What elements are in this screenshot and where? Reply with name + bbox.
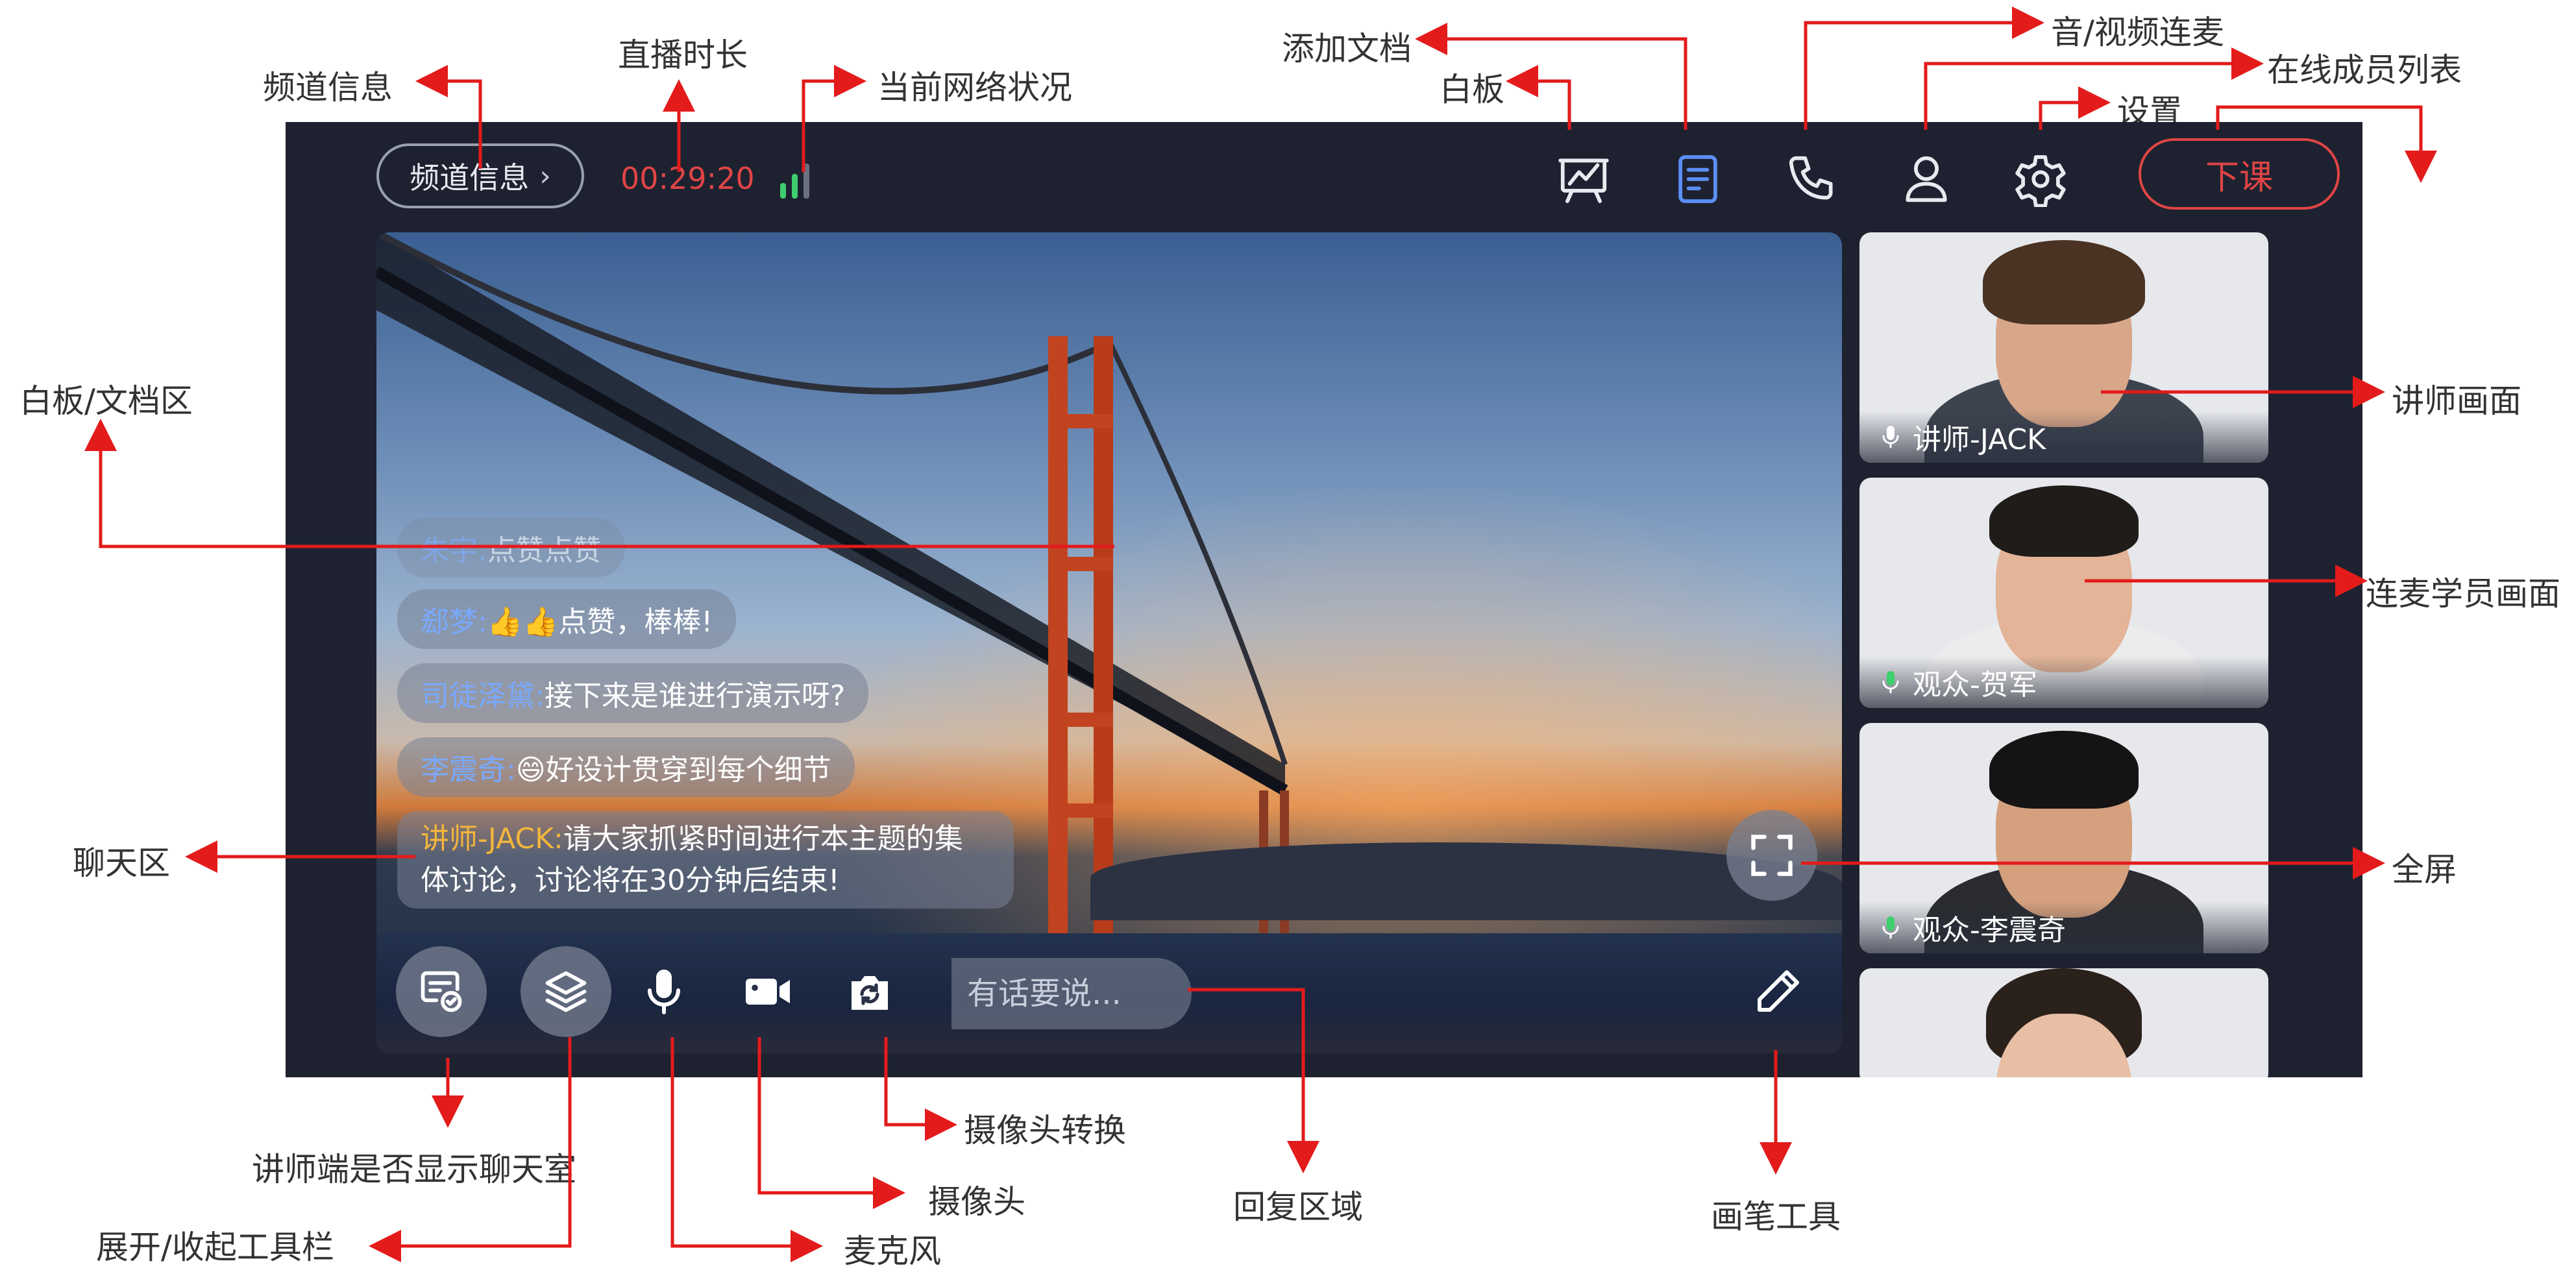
chat-sender: 司徒泽黛: <box>421 679 545 713</box>
annot-add-doc: 添加文档 <box>1282 30 1412 67</box>
tile-label: 观众-贺军 <box>1859 656 2268 708</box>
student-avatar-hair <box>1989 485 2139 557</box>
settings-button[interactable] <box>2008 147 2073 212</box>
fullscreen-button[interactable] <box>1726 810 1817 901</box>
annot-microphone: 麦克风 <box>844 1232 941 1270</box>
chat-message: 朱宇: 点赞点赞 <box>397 518 625 578</box>
document-icon <box>1678 155 1717 203</box>
chat-sender: 李震奇: <box>421 753 516 787</box>
live-classroom-window: 频道信息 › 00:29:20 下课 朱宇: 点赞点赞 郄梦: 👍👍点赞，棒棒!… <box>286 122 2362 1077</box>
channel-info-button[interactable]: 频道信息 › <box>376 143 584 208</box>
camera-switch-icon <box>852 976 888 1010</box>
toggle-toolbar-button[interactable] <box>521 946 611 1037</box>
chat-sender: 朱宇: <box>421 534 487 567</box>
microphone-icon <box>1882 426 1899 448</box>
chat-message: 郄梦: 👍👍点赞，棒棒! <box>397 589 737 649</box>
top-bar: 频道信息 › 00:29:20 下课 <box>286 122 2362 229</box>
student-video-tile[interactable] <box>1859 968 2268 1077</box>
annot-camera: 摄像头 <box>928 1183 1025 1221</box>
chat-message: 李震奇: 😄好设计贯穿到每个细节 <box>397 737 855 797</box>
camera-switch-button[interactable] <box>834 956 905 1027</box>
microphone-icon <box>648 970 680 1014</box>
chat-sender: 讲师-JACK: <box>421 822 563 855</box>
microphone-icon <box>1882 916 1899 939</box>
annot-show-chat: 讲师端是否显示聊天室 <box>252 1151 576 1188</box>
annot-teacher-view: 讲师画面 <box>2392 382 2521 420</box>
teacher-avatar-hair <box>1983 240 2145 324</box>
annot-whiteboard: 白板 <box>1440 71 1504 108</box>
annot-live-duration: 直播时长 <box>618 36 748 74</box>
chat-sender: 郄梦: <box>421 605 487 639</box>
pen-icon <box>1758 970 1799 1012</box>
annot-fullscreen: 全屏 <box>2392 851 2457 888</box>
channel-info-label: 频道信息 <box>410 160 530 195</box>
whiteboard-document-area[interactable]: 朱宇: 点赞点赞 郄梦: 👍👍点赞，棒棒! 司徒泽黛: 接下来是谁进行演示呀? 李震奇… <box>376 232 1842 1053</box>
av-connect-button[interactable] <box>1780 147 1845 212</box>
layers-icon <box>545 971 587 1012</box>
live-duration: 00:29:20 <box>620 161 755 196</box>
microphone-button[interactable] <box>628 956 700 1027</box>
chat-text: 接下来是谁进行演示呀? <box>544 679 846 713</box>
chat-text: 😄好设计贯穿到每个细节 <box>515 753 831 787</box>
whiteboard-button[interactable] <box>1551 147 1616 212</box>
annot-camera-switch: 摄像头转换 <box>964 1112 1126 1149</box>
annot-network-status: 当前网络状况 <box>877 69 1072 106</box>
add-document-button[interactable] <box>1665 147 1730 212</box>
annot-student-view: 连麦学员画面 <box>2366 575 2560 613</box>
annot-toggle-toolbar: 展开/收起工具栏 <box>96 1229 334 1266</box>
annot-reply-area: 回复区域 <box>1233 1188 1363 1226</box>
pen-tool-button[interactable] <box>1742 956 1813 1027</box>
chat-check-icon <box>421 971 462 1012</box>
annot-av-connect: 音/视频连麦 <box>2051 14 2224 51</box>
show-chat-toggle[interactable] <box>396 946 487 1037</box>
camera-button[interactable] <box>732 956 803 1027</box>
microphone-icon <box>1882 671 1899 694</box>
chevron-right-icon: › <box>539 159 551 193</box>
annot-chat-area: 聊天区 <box>73 844 170 882</box>
chat-message: 司徒泽黛: 接下来是谁进行演示呀? <box>397 663 869 723</box>
camera-icon <box>746 979 790 1005</box>
tile-name: 观众-李震奇 <box>1913 914 2066 947</box>
annot-channel-info: 频道信息 <box>263 69 393 106</box>
phone-icon <box>1789 156 1833 200</box>
fullscreen-icon <box>1751 835 1793 876</box>
annot-pen-tool: 画笔工具 <box>1711 1198 1841 1236</box>
annot-online-members: 在线成员列表 <box>2267 51 2462 89</box>
user-icon <box>1906 156 1947 202</box>
tile-name: 讲师-JACK <box>1913 423 2046 456</box>
teacher-video-tile[interactable]: 讲师-JACK <box>1859 232 2268 463</box>
chat-teacher-line: 讲师-JACK:请大家抓紧时间进行本主题的集体讨论，讨论将在30分钟后结束! <box>421 818 990 901</box>
tile-name: 观众-贺军 <box>1913 668 2037 702</box>
chat-text: 点赞点赞 <box>487 534 602 567</box>
reply-input[interactable] <box>951 958 1192 1029</box>
end-class-button[interactable]: 下课 <box>2139 138 2340 210</box>
whiteboard-icon <box>1558 158 1609 203</box>
tile-label: 讲师-JACK <box>1859 411 2268 463</box>
student-avatar-hair <box>1989 731 2139 809</box>
gear-icon <box>2015 155 2066 207</box>
chat-text: 👍👍点赞，棒棒! <box>487 605 713 639</box>
student-video-tile[interactable]: 观众-李震奇 <box>1859 723 2268 953</box>
network-signal-icon <box>780 160 819 199</box>
online-members-button[interactable] <box>1894 147 1959 212</box>
chat-message-teacher: 讲师-JACK:请大家抓紧时间进行本主题的集体讨论，讨论将在30分钟后结束! <box>397 811 1014 909</box>
student-video-tile[interactable]: 观众-贺军 <box>1859 478 2268 708</box>
annot-whiteboard-doc-area: 白板/文档区 <box>19 382 193 420</box>
tile-label: 观众-李震奇 <box>1859 901 2268 953</box>
bottom-toolbar <box>376 810 1842 1053</box>
